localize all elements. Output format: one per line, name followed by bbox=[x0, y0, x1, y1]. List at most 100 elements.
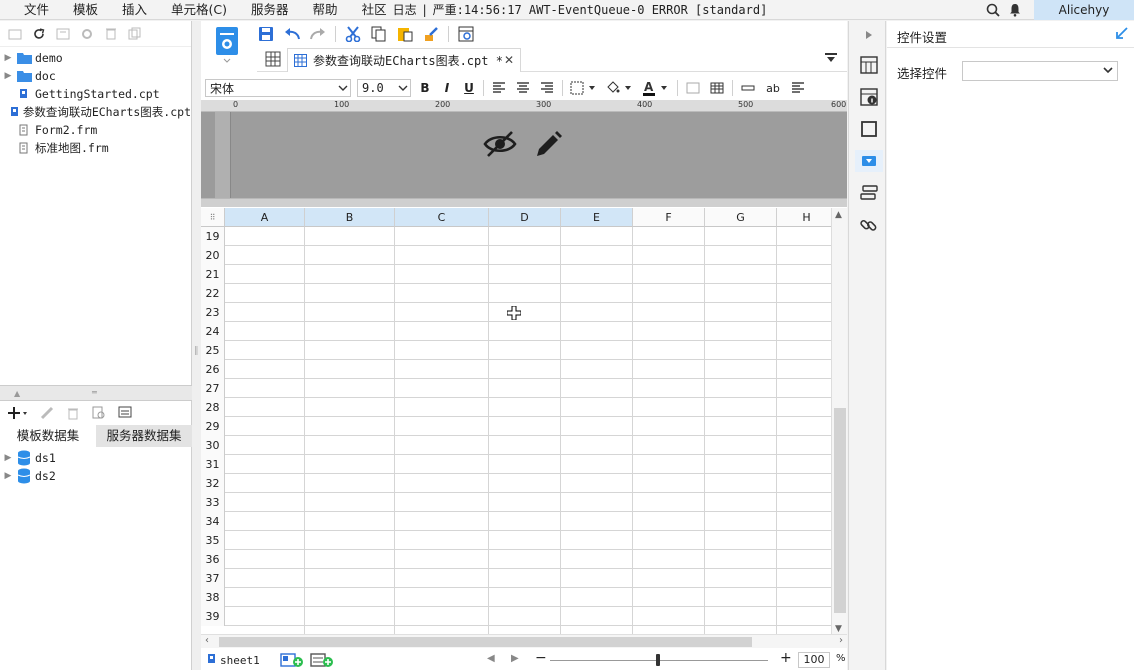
scroll-thumb[interactable] bbox=[219, 637, 752, 647]
row-header[interactable]: 29 bbox=[201, 417, 225, 436]
column-header[interactable]: B bbox=[305, 208, 395, 227]
row-header[interactable]: 39 bbox=[201, 607, 225, 626]
layout-icon[interactable] bbox=[54, 25, 72, 43]
condition-attributes-icon[interactable] bbox=[859, 183, 879, 203]
scroll-down-icon[interactable]: ▼ bbox=[835, 624, 842, 634]
grid-view-icon[interactable] bbox=[265, 51, 281, 70]
column-header[interactable]: E bbox=[561, 208, 633, 227]
dataset-item[interactable]: ▶ ds2 bbox=[0, 467, 192, 485]
edit-pen-icon[interactable] bbox=[533, 130, 563, 163]
floating-element-icon[interactable] bbox=[859, 119, 879, 139]
tab-server-datasets[interactable]: 服务器数据集 bbox=[96, 425, 192, 447]
font-size-select[interactable]: 9.0 bbox=[357, 79, 411, 97]
expand-right-icon[interactable] bbox=[859, 25, 879, 45]
align-right-icon[interactable] bbox=[538, 79, 556, 97]
zoom-input[interactable]: 100 bbox=[798, 652, 830, 668]
user-button[interactable]: Alicehyy bbox=[1034, 0, 1134, 20]
designer-logo-icon[interactable] bbox=[215, 27, 241, 63]
row-header[interactable]: 30 bbox=[201, 436, 225, 455]
expand-arrow-icon[interactable]: ▶ bbox=[0, 453, 16, 463]
column-header[interactable]: C bbox=[395, 208, 489, 227]
search-icon[interactable] bbox=[982, 0, 1004, 20]
undo-icon[interactable] bbox=[283, 25, 301, 43]
column-header[interactable]: G bbox=[705, 208, 777, 227]
row-header[interactable]: 25 bbox=[201, 341, 225, 360]
preview-dataset-icon[interactable] bbox=[90, 404, 108, 422]
row-header[interactable]: 23 bbox=[201, 303, 225, 322]
select-widget-dropdown[interactable] bbox=[962, 61, 1118, 81]
tab-template[interactable]: 参数查询联动ECharts图表.cpt * ✕ bbox=[287, 48, 521, 72]
italic-button[interactable]: I bbox=[439, 81, 455, 95]
column-header[interactable]: H bbox=[777, 208, 831, 227]
format-painter-icon[interactable] bbox=[422, 25, 440, 43]
cell-attributes-icon[interactable] bbox=[859, 55, 879, 75]
align-left-icon[interactable] bbox=[490, 79, 508, 97]
tree-item-gettingstarted[interactable]: GettingStarted.cpt bbox=[0, 85, 191, 103]
font-color-icon[interactable]: A bbox=[641, 79, 671, 97]
zoom-out-icon[interactable]: − bbox=[535, 650, 547, 666]
copy-icon[interactable] bbox=[370, 25, 388, 43]
cell-info-icon[interactable] bbox=[859, 87, 879, 107]
row-header[interactable]: 24 bbox=[201, 322, 225, 341]
cut-icon[interactable] bbox=[344, 25, 362, 43]
panel-splitter[interactable]: ‖ bbox=[192, 21, 201, 670]
menu-file[interactable]: 文件 bbox=[0, 0, 61, 20]
horizontal-scrollbar[interactable]: ‹ › bbox=[201, 634, 847, 648]
tab-template-datasets[interactable]: 模板数据集 bbox=[0, 425, 96, 447]
sheet-tab[interactable]: sheet1 bbox=[201, 653, 260, 667]
template-params-icon[interactable] bbox=[457, 25, 475, 43]
column-header[interactable]: D bbox=[489, 208, 561, 227]
widget-settings-icon[interactable] bbox=[855, 150, 883, 172]
copy-icon[interactable] bbox=[126, 25, 144, 43]
menu-cell[interactable]: 单元格(C) bbox=[159, 0, 239, 20]
design-splitter[interactable] bbox=[201, 198, 847, 207]
merge-cells-icon[interactable] bbox=[684, 79, 702, 97]
row-header[interactable]: 38 bbox=[201, 588, 225, 607]
new-folder-icon[interactable] bbox=[6, 25, 24, 43]
dataset-item[interactable]: ▶ ds1 bbox=[0, 449, 192, 467]
tree-item-demo[interactable]: ▶ demo bbox=[0, 49, 191, 67]
table-icon[interactable] bbox=[708, 79, 726, 97]
dataset-params-icon[interactable] bbox=[116, 404, 134, 422]
delete-icon[interactable] bbox=[102, 25, 120, 43]
row-header[interactable]: 19 bbox=[201, 227, 225, 246]
scroll-right-icon[interactable]: › bbox=[839, 635, 843, 646]
strikethrough-icon[interactable] bbox=[739, 79, 757, 97]
parameter-design-area[interactable] bbox=[201, 112, 847, 198]
column-header[interactable]: F bbox=[633, 208, 705, 227]
add-dataset-icon[interactable] bbox=[6, 404, 30, 422]
tree-item-form2[interactable]: Form2.frm bbox=[0, 121, 191, 139]
scroll-left-icon[interactable]: ‹ bbox=[205, 635, 209, 646]
menu-server[interactable]: 服务器 bbox=[239, 0, 301, 20]
expand-arrow-icon[interactable]: ▶ bbox=[0, 53, 16, 63]
text-abc-icon[interactable]: ab bbox=[763, 79, 783, 97]
row-header[interactable]: 20 bbox=[201, 246, 225, 265]
menu-template[interactable]: 模板 bbox=[61, 0, 110, 20]
row-header[interactable]: 21 bbox=[201, 265, 225, 284]
row-header[interactable]: 33 bbox=[201, 493, 225, 512]
collapse-up-icon[interactable]: ▲ bbox=[14, 389, 20, 398]
hide-eye-icon[interactable] bbox=[483, 130, 517, 161]
next-sheet-icon[interactable]: ▶ bbox=[511, 653, 519, 664]
wrap-text-icon[interactable] bbox=[789, 79, 807, 97]
row-header[interactable]: 34 bbox=[201, 512, 225, 531]
tree-item-echarts-cpt[interactable]: 参数查询联动ECharts图表.cpt bbox=[0, 103, 191, 121]
spreadsheet-grid[interactable]: ⠿ A B C D E F G H 19 20 21 22 23 24 25 26 27 28 29 30 31 32 33… bbox=[201, 208, 831, 634]
zoom-in-icon[interactable]: + bbox=[780, 650, 792, 666]
refresh-icon[interactable] bbox=[30, 25, 48, 43]
log-line[interactable]: 日志 | 严重:14:56:17 AWT-EventQueue-0 ERROR [s… bbox=[393, 1, 768, 18]
tree-item-doc[interactable]: ▶ doc bbox=[0, 67, 191, 85]
select-all-corner[interactable]: ⠿ bbox=[201, 208, 225, 227]
row-header[interactable]: 35 bbox=[201, 531, 225, 550]
fill-color-icon[interactable] bbox=[605, 79, 635, 97]
menu-help[interactable]: 帮助 bbox=[301, 0, 350, 20]
row-header[interactable]: 37 bbox=[201, 569, 225, 588]
expand-arrow-icon[interactable]: ▶ bbox=[0, 471, 16, 481]
expand-arrow-icon[interactable]: ▶ bbox=[0, 71, 16, 81]
row-header[interactable]: 27 bbox=[201, 379, 225, 398]
prev-sheet-icon[interactable]: ◀ bbox=[487, 653, 495, 664]
delete-dataset-icon[interactable] bbox=[64, 404, 82, 422]
collapse-panel-icon[interactable] bbox=[1116, 27, 1128, 42]
scroll-thumb[interactable] bbox=[834, 408, 846, 613]
row-header[interactable]: 32 bbox=[201, 474, 225, 493]
